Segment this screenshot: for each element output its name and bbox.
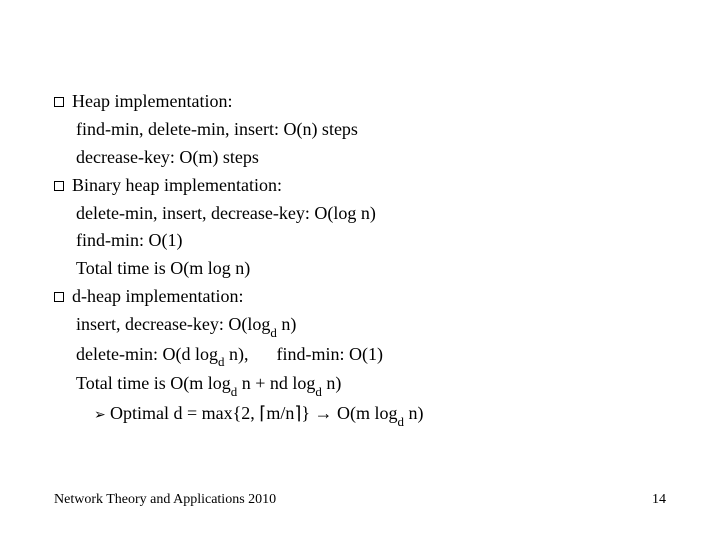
bullet-heap: Heap implementation:: [54, 88, 666, 116]
body-line: delete-min: O(d logd n), find-min: O(1): [54, 341, 666, 371]
text: m/n: [266, 403, 294, 423]
footer-text: Network Theory and Applications 2010: [54, 492, 276, 508]
body-line: find-min: O(1): [54, 227, 666, 255]
text: n),: [224, 344, 248, 364]
footer: Network Theory and Applications 2010 14: [54, 492, 666, 508]
bullet-heading: Heap implementation:: [72, 91, 232, 111]
square-bullet-icon: [54, 292, 64, 302]
text: n): [322, 373, 342, 393]
subscript: d: [270, 325, 276, 340]
text: insert, decrease-key: O(log: [76, 314, 270, 334]
body-line: insert, decrease-key: O(logd n): [54, 311, 666, 341]
subscript: d: [231, 384, 237, 399]
square-bullet-icon: [54, 181, 64, 191]
text: Total time is O(m log: [76, 373, 231, 393]
text: n + nd log: [237, 373, 315, 393]
subscript: d: [218, 354, 224, 369]
subscript: d: [315, 384, 321, 399]
body-line: find-min, delete-min, insert: O(n) steps: [54, 116, 666, 144]
bullet-heading: d-heap implementation:: [72, 286, 243, 306]
text: Optimal d = max{2,: [110, 403, 259, 423]
body-line: Total time is O(m log n): [54, 255, 666, 283]
bullet-binary-heap: Binary heap implementation:: [54, 172, 666, 200]
body-line: Total time is O(m logd n + nd logd n): [54, 370, 666, 400]
text: delete-min: O(d log: [76, 344, 218, 364]
text: n): [277, 314, 297, 334]
bullet-heading: Binary heap implementation:: [72, 175, 282, 195]
body-line: decrease-key: O(m) steps: [54, 144, 666, 172]
text: } → O(m log: [301, 403, 397, 423]
slide-body: Heap implementation: find-min, delete-mi…: [54, 88, 666, 430]
chevron-bullet-icon: ➢: [94, 405, 104, 427]
text: find-min: O(1): [276, 344, 382, 364]
body-line: delete-min, insert, decrease-key: O(log …: [54, 200, 666, 228]
bullet-d-heap: d-heap implementation:: [54, 283, 666, 311]
text: n): [404, 403, 424, 423]
square-bullet-icon: [54, 97, 64, 107]
subscript: d: [398, 414, 404, 429]
page-number: 14: [652, 492, 666, 508]
sub-bullet-optimal: ➢Optimal d = max{2, ⌈m/n⌉} → O(m logd n): [54, 400, 666, 430]
